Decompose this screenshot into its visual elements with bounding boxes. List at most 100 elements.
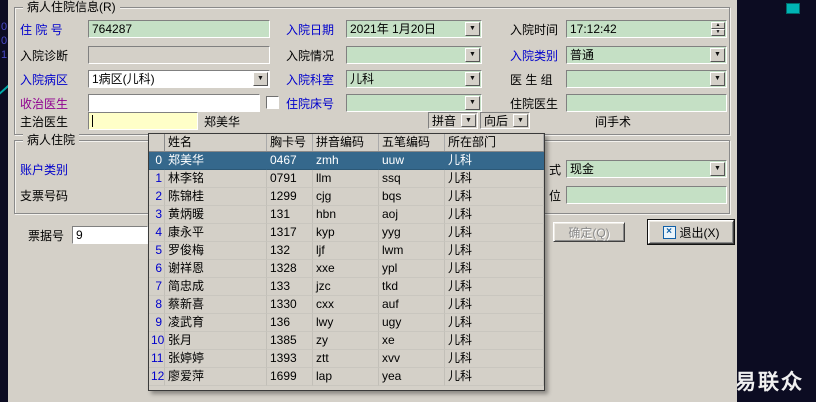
table-row[interactable]: 0 郑美华 0467 zmh uuw 儿科 (149, 152, 544, 170)
surgery-text-fragment: 间手术 (595, 115, 632, 129)
chevron-down-icon[interactable] (465, 22, 480, 36)
cell-badge-no: 1317 (267, 224, 313, 242)
cell-badge-no: 1393 (267, 350, 313, 368)
resident-field[interactable] (566, 94, 727, 112)
table-row[interactable]: 8 蔡新喜 1330 cxx auf 儿科 (149, 296, 544, 314)
desktop-mini-icon[interactable] (786, 3, 800, 14)
category-combo[interactable]: 普通 (566, 46, 727, 64)
row-number: 6 (149, 260, 165, 278)
chevron-down-icon[interactable] (465, 96, 480, 110)
column-header-name[interactable]: 姓名 (165, 134, 267, 151)
confirm-button[interactable]: 确定(Q) (553, 222, 625, 242)
doctor-group-combo[interactable] (566, 70, 727, 88)
cell-wubi-code: auf (379, 296, 445, 314)
table-row[interactable]: 4 康永平 1317 kyp yyg 儿科 (149, 224, 544, 242)
dept-combo[interactable]: 儿科 (346, 70, 482, 88)
cell-name: 张月 (165, 332, 267, 350)
spin-up-icon[interactable] (711, 22, 725, 29)
spin-down-icon[interactable] (711, 29, 725, 36)
cell-name: 蔡新喜 (165, 296, 267, 314)
admission-date-combo[interactable]: 2021年 1月20日 (346, 20, 482, 38)
admission-time-value: 17:12:42 (570, 22, 617, 36)
cell-department: 儿科 (445, 332, 544, 350)
cell-badge-no: 1699 (267, 368, 313, 386)
cell-wubi-code: ypl (379, 260, 445, 278)
cell-pinyin-code: cjg (313, 188, 379, 206)
pay-mode-combo[interactable]: 现金 (566, 160, 727, 178)
admission-time-spinner[interactable]: 17:12:42 (566, 20, 727, 38)
admission-date-label: 入院日期 (286, 23, 335, 37)
receipt-field[interactable]: 9 (72, 226, 148, 244)
column-header-pinyin-code[interactable]: 拼音编码 (313, 134, 379, 151)
search-direction-value: 向后 (484, 114, 509, 128)
cell-name: 黄炳暖 (165, 206, 267, 224)
cell-department: 儿科 (445, 260, 544, 278)
search-mode-combo[interactable]: 拼音 (428, 112, 478, 129)
chevron-down-icon[interactable] (513, 114, 528, 127)
cell-pinyin-code: zmh (313, 152, 379, 170)
cell-pinyin-code: llm (313, 170, 379, 188)
admission-no-label: 住 院 号 (20, 23, 63, 37)
confirm-button-label: 确定(Q) (568, 225, 610, 240)
cell-name: 简忠成 (165, 278, 267, 296)
table-row[interactable]: 2 陈锦桂 1299 cjg bqs 儿科 (149, 188, 544, 206)
chevron-down-icon[interactable] (461, 114, 476, 127)
text-caret (92, 115, 93, 127)
cell-department: 儿科 (445, 152, 544, 170)
table-row[interactable]: 5 罗俊梅 132 ljf lwm 儿科 (149, 242, 544, 260)
chevron-down-icon[interactable] (710, 162, 725, 176)
table-row[interactable]: 11 张婷婷 1393 ztt xvv 儿科 (149, 350, 544, 368)
column-header-department[interactable]: 所在部门 (445, 134, 544, 151)
table-row[interactable]: 7 简忠成 133 jzc tkd 儿科 (149, 278, 544, 296)
admit-doctor-field[interactable] (88, 94, 260, 112)
cell-name: 谢祥恩 (165, 260, 267, 278)
table-row[interactable]: 6 谢祥恩 1328 xxe ypl 儿科 (149, 260, 544, 278)
exit-button[interactable]: 退出(X) (647, 219, 735, 245)
cell-name: 廖爱萍 (165, 368, 267, 386)
ward-combo[interactable]: 1病区(儿科) (88, 70, 270, 88)
cell-department: 儿科 (445, 296, 544, 314)
account-group-title: 病人住院 (23, 133, 80, 148)
row-number: 4 (149, 224, 165, 242)
chevron-down-icon[interactable] (253, 72, 268, 86)
cell-pinyin-code: zy (313, 332, 379, 350)
unit-field[interactable] (566, 186, 727, 204)
column-header-wubi-code[interactable]: 五笔编码 (379, 134, 445, 151)
table-row[interactable]: 10 张月 1385 zy xe 儿科 (149, 332, 544, 350)
attending-label: 主治医生 (20, 115, 69, 129)
bed-combo[interactable] (346, 94, 482, 112)
diagnosis-field[interactable] (88, 46, 270, 64)
cell-name: 罗俊梅 (165, 242, 267, 260)
table-row[interactable]: 1 林李铭 0791 llm ssq 儿科 (149, 170, 544, 188)
bed-checkbox[interactable] (266, 96, 279, 109)
patient-info-group-title: 病人住院信息(R) (23, 0, 120, 15)
admission-no-field[interactable]: 764287 (88, 20, 270, 38)
cell-department: 儿科 (445, 368, 544, 386)
condition-label: 入院情况 (286, 49, 335, 63)
pay-mode-label-fragment: 式 (549, 163, 562, 177)
cell-department: 儿科 (445, 188, 544, 206)
attending-search-input[interactable] (88, 112, 198, 130)
table-row[interactable]: 3 黄炳暖 131 hbn aoj 儿科 (149, 206, 544, 224)
diagnosis-label: 入院诊断 (20, 49, 69, 63)
cell-pinyin-code: xxe (313, 260, 379, 278)
cell-badge-no: 1330 (267, 296, 313, 314)
cell-wubi-code: lwm (379, 242, 445, 260)
admission-date-value: 2021年 1月20日 (350, 22, 437, 36)
chevron-down-icon[interactable] (465, 72, 480, 86)
chevron-down-icon[interactable] (465, 48, 480, 62)
search-direction-combo[interactable]: 向后 (480, 112, 530, 129)
row-number: 2 (149, 188, 165, 206)
cell-wubi-code: tkd (379, 278, 445, 296)
chevron-down-icon[interactable] (710, 48, 725, 62)
cell-department: 儿科 (445, 242, 544, 260)
cell-wubi-code: ugy (379, 314, 445, 332)
table-row[interactable]: 12 廖爱萍 1699 lap yea 儿科 (149, 368, 544, 386)
column-header-badge-no[interactable]: 胸卡号 (267, 134, 313, 151)
ward-label: 入院病区 (20, 73, 69, 87)
doctor-group-label: 医 生 组 (510, 73, 553, 87)
table-row[interactable]: 9 凌武育 136 lwy ugy 儿科 (149, 314, 544, 332)
exit-button-label: 退出(X) (679, 225, 720, 240)
condition-combo[interactable] (346, 46, 482, 64)
chevron-down-icon[interactable] (710, 72, 725, 86)
